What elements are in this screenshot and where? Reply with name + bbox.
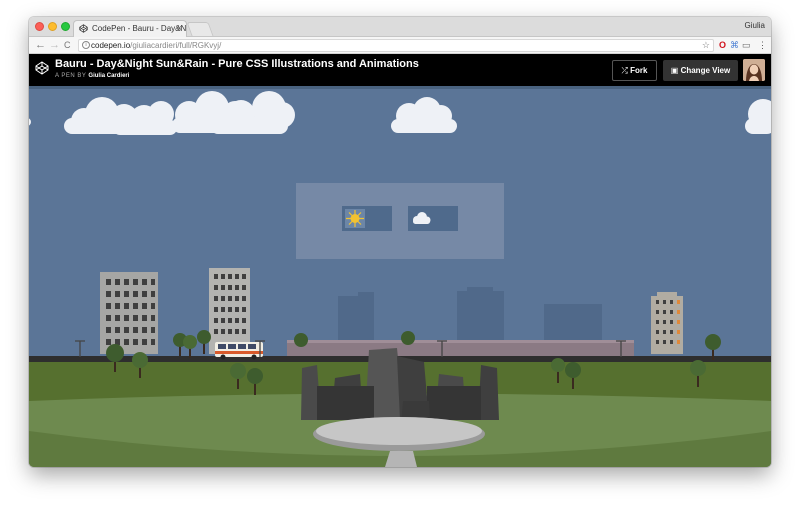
apartment-building-3 <box>651 296 683 354</box>
by-prefix: A PEN BY <box>55 73 87 79</box>
reload-icon[interactable]: C <box>64 38 71 52</box>
address-bar-row: ← → C i codepen.io/giuliacardieri/full/R… <box>29 37 771 54</box>
pen-author: A PEN BY Giulia Cardieri <box>55 73 129 79</box>
fork-button[interactable]: ⤮ Fork <box>612 60 657 81</box>
browser-window: CodePen - Bauru - Day&Night × Giulia ← →… <box>29 17 771 467</box>
maximize-window-button[interactable] <box>61 22 70 31</box>
author-link[interactable]: Giulia Cardieri <box>88 73 129 79</box>
rain-button[interactable] <box>408 206 458 231</box>
scene-canvas <box>29 86 771 467</box>
far-building-2-top <box>467 287 493 293</box>
sun-button[interactable] <box>342 206 392 231</box>
change-view-icon: ▣ <box>670 66 679 75</box>
fountain-pool <box>316 417 482 445</box>
far-building-1 <box>338 296 374 342</box>
pen-title: Bauru - Day&Night Sun&Rain - Pure CSS Il… <box>55 58 419 70</box>
menu-kebab-icon[interactable]: ⋮ <box>758 39 767 51</box>
fork-icon: ⤮ <box>621 66 628 75</box>
back-icon[interactable]: ← <box>35 38 46 52</box>
opera-extension-icon[interactable]: O <box>719 39 726 51</box>
extension-icon[interactable]: ⌘ <box>730 39 739 51</box>
bus <box>215 342 263 360</box>
avatar-portrait <box>743 59 765 81</box>
fountain-walkway <box>385 451 417 467</box>
codepen-logo-icon[interactable] <box>35 61 49 75</box>
tab-bar: CodePen - Bauru - Day&Night × Giulia <box>29 17 771 37</box>
url-field[interactable]: i codepen.io/giuliacardieri/full/RGKvyj/… <box>78 39 714 52</box>
minimize-window-button[interactable] <box>48 22 57 31</box>
user-avatar[interactable] <box>743 59 765 81</box>
site-info-icon[interactable]: i <box>82 41 90 49</box>
profile-name[interactable]: Giulia <box>745 21 765 30</box>
cast-icon[interactable]: ▭ <box>742 39 751 51</box>
far-building-1-top <box>358 292 374 298</box>
tab-close-icon[interactable]: × <box>177 21 182 36</box>
codepen-favicon-icon <box>79 24 88 33</box>
new-tab-button[interactable] <box>186 22 214 36</box>
url-domain: codepen.io <box>91 41 131 50</box>
browser-tab[interactable]: CodePen - Bauru - Day&Night × <box>73 20 187 37</box>
url-path: /giuliacardieri/full/RGKvyj/ <box>130 41 222 50</box>
far-building-3 <box>544 304 602 342</box>
long-building-roof <box>287 340 634 343</box>
codepen-header: Bauru - Day&Night Sun&Rain - Pure CSS Il… <box>29 54 771 86</box>
bookmark-star-icon[interactable]: ☆ <box>702 40 710 51</box>
change-view-label: Change View <box>680 66 731 75</box>
change-view-button[interactable]: ▣ Change View <box>663 60 738 81</box>
tab-title: CodePen - Bauru - Day&Night <box>92 24 187 33</box>
sky-top-strip <box>29 86 771 89</box>
forward-icon[interactable]: → <box>49 38 60 52</box>
weather-panel <box>296 183 504 259</box>
close-window-button[interactable] <box>35 22 44 31</box>
far-building-2 <box>457 291 504 342</box>
apartment-3-top <box>657 292 677 297</box>
fork-label: Fork <box>630 66 648 75</box>
